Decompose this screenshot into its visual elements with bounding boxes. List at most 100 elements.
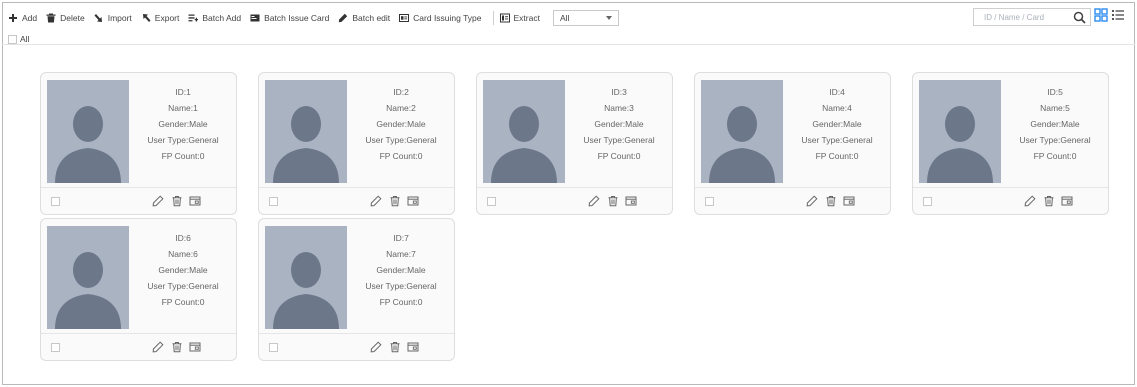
card-checkbox[interactable] <box>269 197 278 206</box>
user-type: User Type:General <box>147 135 219 145</box>
select-all-checkbox[interactable] <box>8 34 17 44</box>
avatar-silhouette-icon <box>55 106 121 183</box>
batch-add-button[interactable]: Batch Add <box>188 13 241 23</box>
delete-icon[interactable] <box>171 341 183 353</box>
user-id: ID:1 <box>175 87 191 97</box>
edit-icon[interactable] <box>152 341 164 353</box>
search-icon[interactable] <box>1073 11 1086 24</box>
delete-icon[interactable] <box>607 195 619 207</box>
user-type: User Type:General <box>801 135 873 145</box>
delete-icon[interactable] <box>1043 195 1055 207</box>
edit-icon[interactable] <box>370 341 382 353</box>
extract-icon <box>499 13 510 23</box>
fp-count: FP Count:0 <box>161 151 205 161</box>
edit-icon[interactable] <box>588 195 600 207</box>
batch-edit-button[interactable]: Batch edit <box>338 13 390 23</box>
fp-count: FP Count:0 <box>1033 151 1077 161</box>
card-issuing-type-label: Card Issuing Type <box>413 13 482 23</box>
issue-card-icon[interactable] <box>843 195 855 207</box>
user-info: ID:1 Name:1 Gender:Male User Type:Genera… <box>133 84 233 164</box>
user-card[interactable]: ID:3 Name:3 Gender:Male User Type:Genera… <box>476 72 673 215</box>
search-box[interactable]: ID / Name / Card <box>973 8 1091 26</box>
user-gender: Gender:Male <box>376 265 426 275</box>
user-id: ID:6 <box>175 233 191 243</box>
export-arrow-icon <box>141 13 151 23</box>
edit-icon[interactable] <box>806 195 818 207</box>
fp-count: FP Count:0 <box>379 151 423 161</box>
card-issuing-type-button[interactable]: Card Issuing Type <box>399 13 482 23</box>
edit-icon[interactable] <box>152 195 164 207</box>
batch-issue-card-button[interactable]: Batch Issue Card <box>250 13 329 23</box>
card-checkbox[interactable] <box>705 197 714 206</box>
id-card-icon <box>399 13 410 23</box>
user-card[interactable]: ID:2 Name:2 Gender:Male User Type:Genera… <box>258 72 455 215</box>
issue-card-icon[interactable] <box>1061 195 1073 207</box>
issue-card-icon[interactable] <box>407 341 419 353</box>
pencil-icon <box>338 13 348 23</box>
user-name: Name:3 <box>604 103 634 113</box>
toolbar-divider <box>492 11 494 25</box>
user-info: ID:2 Name:2 Gender:Male User Type:Genera… <box>351 84 451 164</box>
user-type: User Type:General <box>365 135 437 145</box>
grid-view-icon[interactable] <box>1094 8 1108 22</box>
search-input[interactable]: ID / Name / Card <box>984 13 1044 22</box>
extract-select-value: All <box>559 13 570 23</box>
user-name: Name:4 <box>822 103 852 113</box>
user-photo <box>47 226 129 329</box>
fp-count: FP Count:0 <box>161 297 205 307</box>
delete-button[interactable]: Delete <box>46 13 85 23</box>
avatar-silhouette-icon <box>273 106 339 183</box>
delete-icon[interactable] <box>825 195 837 207</box>
plus-icon <box>8 13 18 23</box>
batch-add-icon <box>188 13 199 23</box>
user-card[interactable]: ID:5 Name:5 Gender:Male User Type:Genera… <box>912 72 1109 215</box>
issue-card-icon[interactable] <box>189 341 201 353</box>
card-footer <box>41 333 236 360</box>
user-name: Name:6 <box>168 249 198 259</box>
user-id: ID:5 <box>1047 87 1063 97</box>
user-card[interactable]: ID:4 Name:4 Gender:Male User Type:Genera… <box>694 72 891 215</box>
user-id: ID:4 <box>829 87 845 97</box>
add-label: Add <box>22 13 38 23</box>
import-label: Import <box>107 13 132 23</box>
import-arrow-icon <box>94 13 104 23</box>
card-checkbox[interactable] <box>51 343 60 352</box>
add-button[interactable]: Add <box>8 13 37 23</box>
issue-card-icon[interactable] <box>625 195 637 207</box>
user-card[interactable]: ID:6 Name:6 Gender:Male User Type:Genera… <box>40 218 237 361</box>
list-view-icon[interactable] <box>1111 8 1125 22</box>
card-checkbox[interactable] <box>923 197 932 206</box>
avatar-silhouette-icon <box>927 106 993 183</box>
user-id: ID:2 <box>393 87 409 97</box>
card-checkbox[interactable] <box>51 197 60 206</box>
user-gender: Gender:Male <box>158 265 208 275</box>
user-name: Name:2 <box>386 103 416 113</box>
user-card[interactable]: ID:7 Name:7 Gender:Male User Type:Genera… <box>258 218 455 361</box>
card-checkbox[interactable] <box>487 197 496 206</box>
delete-icon[interactable] <box>389 195 401 207</box>
issue-card-icon[interactable] <box>189 195 201 207</box>
delete-icon[interactable] <box>171 195 183 207</box>
extract-button[interactable]: Extract <box>499 13 540 23</box>
avatar-silhouette-icon <box>491 106 557 183</box>
edit-icon[interactable] <box>1024 195 1036 207</box>
card-footer <box>259 187 454 214</box>
import-button[interactable]: Import <box>94 13 132 23</box>
user-id: ID:3 <box>611 87 627 97</box>
export-button[interactable]: Export <box>141 13 179 23</box>
select-all-label: All <box>20 34 30 44</box>
toolbar: Add Delete Import Export Batch Add Batch… <box>8 8 619 28</box>
user-card[interactable]: ID:1 Name:1 Gender:Male User Type:Genera… <box>40 72 237 215</box>
select-all-row: All <box>8 34 29 44</box>
delete-icon[interactable] <box>389 341 401 353</box>
user-photo <box>701 80 783 183</box>
user-info: ID:4 Name:4 Gender:Male User Type:Genera… <box>787 84 887 164</box>
card-checkbox[interactable] <box>269 343 278 352</box>
issue-card-icon[interactable] <box>407 195 419 207</box>
user-photo <box>265 226 347 329</box>
extract-select[interactable]: All <box>552 10 619 26</box>
user-info: ID:5 Name:5 Gender:Male User Type:Genera… <box>1005 84 1105 164</box>
trash-icon <box>46 13 56 23</box>
user-info: ID:3 Name:3 Gender:Male User Type:Genera… <box>569 84 669 164</box>
edit-icon[interactable] <box>370 195 382 207</box>
